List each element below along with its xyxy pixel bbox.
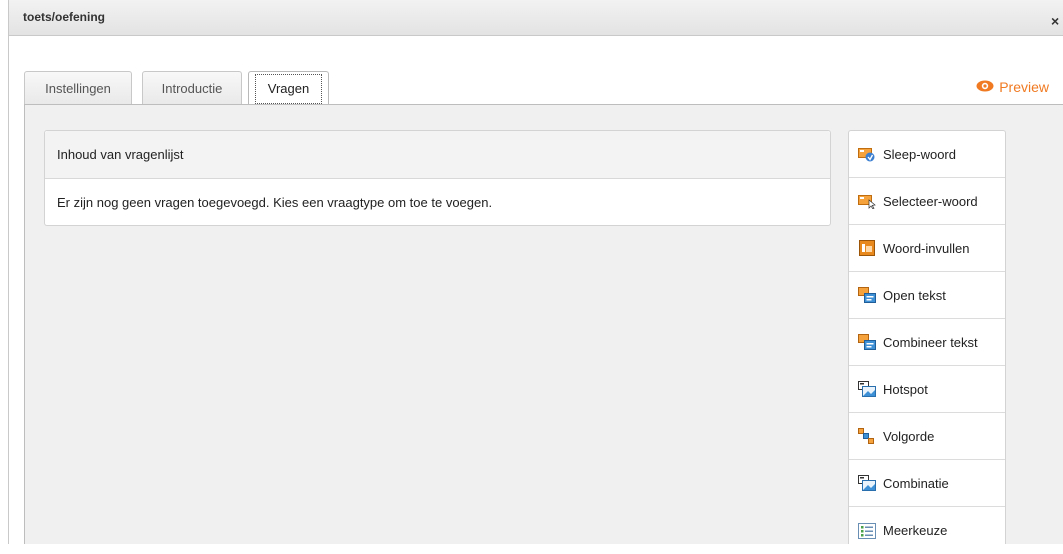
combination-icon	[858, 475, 876, 491]
tab-vragen[interactable]: Vragen	[248, 71, 329, 105]
preview-link[interactable]: Preview	[976, 79, 1049, 95]
question-type-label: Volgorde	[883, 428, 935, 444]
close-icon[interactable]: ×	[1051, 14, 1063, 28]
question-type-selecteer-woord[interactable]: Selecteer-woord	[849, 178, 1005, 225]
question-type-hotspot[interactable]: Hotspot	[849, 366, 1005, 413]
question-type-sleep-woord[interactable]: Sleep-woord	[849, 131, 1005, 178]
fill-word-icon	[858, 240, 876, 256]
question-type-label: Woord-invullen	[883, 240, 970, 256]
question-type-label: Selecteer-woord	[883, 193, 978, 209]
question-type-label: Sleep-woord	[883, 146, 956, 162]
question-type-open-tekst[interactable]: Open tekst	[849, 272, 1005, 319]
dialog-title: toets/oefening	[23, 10, 106, 24]
question-type-label: Combineer tekst	[883, 334, 978, 350]
question-list: Inhoud van vragenlijst Er zijn nog geen …	[44, 130, 831, 226]
tab-instellingen[interactable]: Instellingen	[24, 71, 132, 104]
open-text-icon	[858, 287, 876, 303]
eye-icon	[976, 79, 994, 95]
dialog-left-border	[8, 36, 9, 544]
select-word-icon	[858, 193, 876, 210]
order-icon	[858, 428, 876, 444]
drag-word-icon	[858, 146, 876, 162]
combine-text-icon	[858, 334, 876, 350]
preview-label: Preview	[999, 79, 1049, 95]
hotspot-icon	[858, 381, 876, 397]
tab-label: Vragen	[267, 81, 310, 96]
question-type-label: Combinatie	[883, 475, 949, 491]
question-type-label: Meerkeuze	[883, 523, 948, 538]
multiple-choice-icon	[858, 522, 876, 539]
question-type-combineer-tekst[interactable]: Combineer tekst	[849, 319, 1005, 366]
question-type-label: Hotspot	[883, 381, 928, 397]
question-type-volgorde[interactable]: Volgorde	[849, 413, 1005, 460]
tab-label: Instellingen	[45, 80, 111, 96]
question-list-empty: Er zijn nog geen vragen toegevoegd. Kies…	[45, 179, 830, 225]
dialog-titlebar: toets/oefening ×	[8, 0, 1063, 36]
tab-label: Introductie	[161, 80, 223, 96]
question-type-combinatie[interactable]: Combinatie	[849, 460, 1005, 507]
question-type-list: Sleep-woord Selecteer-woord Woord-invull…	[848, 130, 1006, 544]
question-list-header: Inhoud van vragenlijst	[45, 131, 830, 179]
question-type-label: Open tekst	[883, 287, 946, 303]
question-list-title: Inhoud van vragenlijst	[57, 147, 184, 162]
question-type-woord-invullen[interactable]: Woord-invullen	[849, 225, 1005, 272]
tab-introductie[interactable]: Introductie	[142, 71, 242, 104]
question-type-meerkeuze[interactable]: Meerkeuze	[849, 507, 1005, 554]
empty-message: Er zijn nog geen vragen toegevoegd. Kies…	[57, 194, 493, 210]
